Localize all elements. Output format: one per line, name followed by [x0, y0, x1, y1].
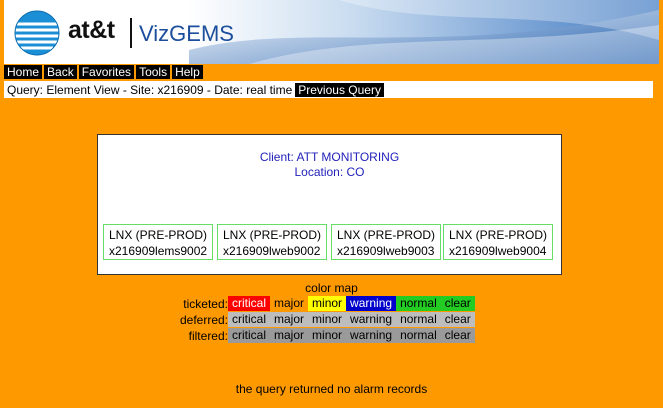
menu-tools-button[interactable]: Tools — [136, 65, 171, 79]
status-message: the query returned no alarm records — [235, 382, 428, 396]
header-banner: at&t VizGEMS — [4, 0, 659, 64]
color-map-row-ticketed: ticketed: critical major minor warning n… — [173, 296, 475, 311]
severity-warning: warning — [346, 296, 397, 311]
element-type: LNX (PRE-PROD) — [449, 228, 548, 242]
element-type: LNX (PRE-PROD) — [337, 228, 436, 242]
element-name: x216909lweb9003 — [337, 244, 435, 258]
severity-major: major — [270, 328, 309, 343]
element-panel: Client: ATT MONITORING Location: CO LNX … — [97, 134, 562, 275]
element-type: LNX (PRE-PROD) — [109, 228, 208, 242]
severity-major: major — [270, 296, 309, 311]
menu-help-button[interactable]: Help — [172, 65, 203, 79]
query-description: Query: Element View - Site: x216909 - Da… — [7, 82, 293, 97]
severity-normal: normal — [396, 328, 441, 343]
color-map-title: color map — [305, 281, 358, 295]
severity-clear: clear — [440, 312, 475, 327]
severity-clear: clear — [440, 328, 475, 343]
severity-critical: critical — [228, 296, 271, 311]
query-bar: Query: Element View - Site: x216909 - Da… — [4, 81, 653, 98]
severity-normal: normal — [396, 296, 441, 311]
severity-warning: warning — [346, 328, 397, 343]
color-map-row-label: filtered: — [188, 328, 228, 343]
element-box-lems9002[interactable]: LNX (PRE-PROD) x216909lems9002 — [103, 224, 214, 260]
color-map-row-deferred: deferred: critical major minor warning n… — [173, 312, 475, 327]
severity-minor: minor — [308, 328, 347, 343]
location-label: Location: CO — [294, 165, 365, 179]
severity-critical: critical — [228, 328, 271, 343]
menu-favorites-button[interactable]: Favorites — [78, 65, 135, 79]
element-name: x216909lweb9002 — [223, 244, 321, 258]
menu-home-button[interactable]: Home — [4, 65, 43, 79]
menu-back-button[interactable]: Back — [44, 65, 77, 79]
severity-minor: minor — [308, 312, 347, 327]
menu-bar: Home Back Favorites Tools Help — [4, 65, 203, 79]
severity-critical: critical — [228, 312, 271, 327]
element-box-lweb9002[interactable]: LNX (PRE-PROD) x216909lweb9002 — [217, 224, 328, 260]
element-name: x216909lems9002 — [109, 244, 208, 258]
banner-wave-graphic — [189, 0, 659, 64]
att-logo-text: at&t — [68, 16, 115, 44]
client-label: Client: ATT MONITORING — [259, 150, 400, 164]
color-map-cells: critical major minor warning normal clea… — [228, 328, 475, 343]
color-map-row-label: ticketed: — [183, 296, 228, 311]
logo-separator — [130, 18, 132, 48]
color-map-cells: critical major minor warning normal clea… — [228, 312, 475, 327]
element-type: LNX (PRE-PROD) — [223, 228, 322, 242]
color-map-row-label: deferred: — [179, 312, 228, 327]
severity-major: major — [270, 312, 309, 327]
att-globe-icon — [14, 10, 60, 56]
product-name: VizGEMS — [139, 21, 234, 46]
element-name: x216909lweb9004 — [449, 244, 547, 258]
severity-clear: clear — [440, 296, 475, 311]
element-box-lweb9003[interactable]: LNX (PRE-PROD) x216909lweb9003 — [331, 224, 442, 260]
color-map-row-filtered: filtered: critical major minor warning n… — [173, 328, 475, 343]
severity-warning: warning — [346, 312, 397, 327]
severity-normal: normal — [396, 312, 441, 327]
element-box-lweb9004[interactable]: LNX (PRE-PROD) x216909lweb9004 — [443, 224, 554, 260]
severity-minor: minor — [308, 296, 347, 311]
color-map-cells: critical major minor warning normal clea… — [228, 296, 475, 311]
previous-query-button[interactable]: Previous Query — [295, 82, 384, 97]
